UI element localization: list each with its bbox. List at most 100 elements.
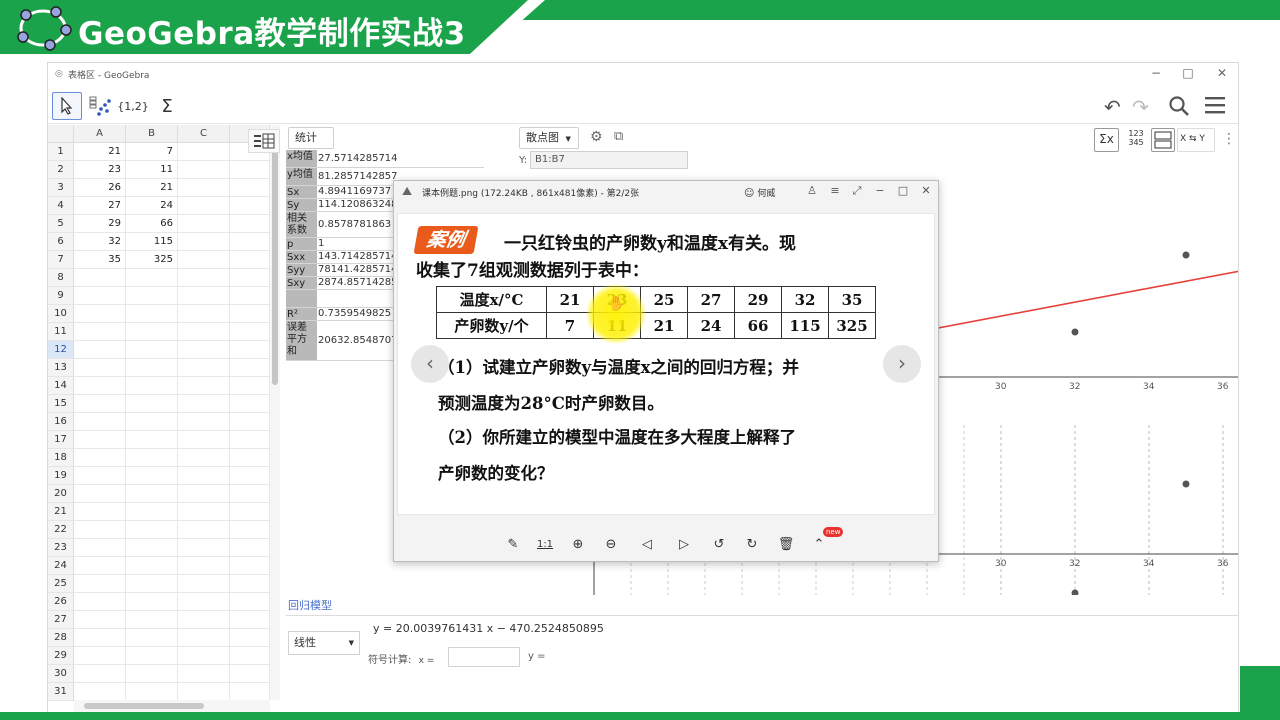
close-button[interactable]: ✕ — [918, 184, 934, 197]
spreadsheet-cell[interactable] — [74, 269, 126, 287]
spreadsheet-cell[interactable] — [230, 179, 270, 197]
spreadsheet-cell[interactable] — [126, 665, 178, 683]
delete-icon[interactable]: 🗑 — [776, 535, 796, 555]
spreadsheet-cell[interactable] — [74, 593, 126, 611]
row-header[interactable]: 23 — [48, 539, 74, 557]
spreadsheet-cell[interactable] — [230, 269, 270, 287]
redo-icon[interactable]: ↷ — [1132, 95, 1149, 119]
menu-icon[interactable]: ≡ — [827, 184, 843, 197]
spreadsheet-cell[interactable]: 27 — [74, 197, 126, 215]
spreadsheet-cell[interactable] — [178, 485, 230, 503]
spreadsheet-cell[interactable] — [230, 251, 270, 269]
spreadsheet-cell[interactable] — [74, 521, 126, 539]
spreadsheet-cell[interactable] — [126, 503, 178, 521]
row-header[interactable]: 28 — [48, 629, 74, 647]
spreadsheet-cell[interactable] — [74, 449, 126, 467]
spreadsheet-cell[interactable] — [74, 575, 126, 593]
close-button[interactable]: ✕ — [1214, 66, 1230, 80]
viewer-user[interactable]: ☺ 何威 — [744, 186, 775, 199]
spreadsheet-cell[interactable]: 11 — [126, 161, 178, 179]
spreadsheet-cell[interactable] — [178, 431, 230, 449]
row-header[interactable]: 3 — [48, 179, 74, 197]
menu-icon[interactable] — [1204, 95, 1226, 120]
row-header[interactable]: 29 — [48, 647, 74, 665]
next-icon[interactable]: ▷ — [674, 535, 694, 555]
row-header[interactable]: 22 — [48, 521, 74, 539]
spreadsheet-cell[interactable] — [126, 359, 178, 377]
row-header[interactable]: 4 — [48, 197, 74, 215]
spreadsheet-cell[interactable] — [126, 287, 178, 305]
spreadsheet-cell[interactable] — [178, 287, 230, 305]
minimize-button[interactable]: − — [1148, 66, 1164, 80]
x-value-input[interactable] — [448, 647, 520, 667]
fullscreen-icon[interactable]: ⤢ — [849, 184, 865, 198]
two-variable-analysis-button[interactable] — [86, 92, 116, 120]
spreadsheet-cell[interactable] — [126, 557, 178, 575]
column-header-a[interactable]: A — [74, 125, 126, 143]
spreadsheet-cell[interactable]: 29 — [74, 215, 126, 233]
spreadsheet-cell[interactable] — [178, 413, 230, 431]
spreadsheet-cell[interactable] — [230, 215, 270, 233]
maximize-button[interactable]: □ — [1180, 66, 1196, 80]
row-header[interactable]: 27 — [48, 611, 74, 629]
previous-image-button[interactable]: ‹ — [411, 345, 449, 383]
spreadsheet-cell[interactable] — [230, 647, 270, 665]
spreadsheet-cell[interactable] — [74, 431, 126, 449]
spreadsheet-cell[interactable] — [126, 431, 178, 449]
spreadsheet-cell[interactable] — [230, 539, 270, 557]
spreadsheet-cell[interactable] — [230, 485, 270, 503]
spreadsheet-cell[interactable] — [126, 521, 178, 539]
spreadsheet-cell[interactable] — [178, 161, 230, 179]
row-header[interactable]: 15 — [48, 395, 74, 413]
spreadsheet-cell[interactable] — [126, 413, 178, 431]
spreadsheet-cell[interactable] — [178, 233, 230, 251]
spreadsheet-cell[interactable] — [74, 629, 126, 647]
spreadsheet-cell[interactable]: 24 — [126, 197, 178, 215]
row-header[interactable]: 5 — [48, 215, 74, 233]
spreadsheet-cell[interactable] — [126, 683, 178, 701]
spreadsheet-vertical-scrollbar[interactable] — [270, 125, 280, 700]
spreadsheet-cell[interactable] — [230, 629, 270, 647]
spreadsheet-cell[interactable]: 21 — [126, 179, 178, 197]
spreadsheet-cell[interactable] — [74, 287, 126, 305]
spreadsheet-cell[interactable] — [178, 251, 230, 269]
spreadsheet-cell[interactable] — [74, 485, 126, 503]
row-header[interactable]: 25 — [48, 575, 74, 593]
spreadsheet-cell[interactable] — [230, 161, 270, 179]
spreadsheet-cell[interactable] — [178, 143, 230, 161]
row-header[interactable]: 24 — [48, 557, 74, 575]
spreadsheet-cell[interactable] — [74, 683, 126, 701]
spreadsheet-cell[interactable] — [126, 377, 178, 395]
spreadsheet-cell[interactable] — [74, 359, 126, 377]
spreadsheet-cell[interactable] — [230, 683, 270, 701]
spreadsheet-cell[interactable] — [126, 449, 178, 467]
spreadsheet-cell[interactable]: 66 — [126, 215, 178, 233]
spreadsheet-cell[interactable] — [230, 233, 270, 251]
spreadsheet-cell[interactable] — [230, 467, 270, 485]
spreadsheet-cell[interactable] — [230, 611, 270, 629]
spreadsheet-cell[interactable] — [126, 269, 178, 287]
column-header-c[interactable]: C — [178, 125, 230, 143]
sum-tool-button[interactable]: Σ — [152, 92, 182, 120]
row-header[interactable]: 9 — [48, 287, 74, 305]
spreadsheet-cell[interactable] — [230, 503, 270, 521]
regression-model-link[interactable]: 回归模型 — [288, 597, 332, 613]
spreadsheet-horizontal-scrollbar[interactable] — [74, 700, 270, 712]
spreadsheet-cell[interactable] — [178, 503, 230, 521]
spreadsheet-cell[interactable]: 23 — [74, 161, 126, 179]
undo-icon[interactable]: ↶ — [1104, 95, 1121, 119]
rotate-left-icon[interactable]: ↺ — [709, 535, 729, 555]
move-tool-button[interactable] — [52, 92, 82, 120]
row-header[interactable]: 20 — [48, 485, 74, 503]
column-header-b[interactable]: B — [126, 125, 178, 143]
spreadsheet-cell[interactable] — [126, 593, 178, 611]
row-header[interactable]: 10 — [48, 305, 74, 323]
spreadsheet-cell[interactable] — [178, 629, 230, 647]
spreadsheet-cell[interactable] — [230, 575, 270, 593]
spreadsheet-cell[interactable] — [74, 395, 126, 413]
row-header[interactable]: 19 — [48, 467, 74, 485]
spreadsheet-cell[interactable] — [126, 629, 178, 647]
spreadsheet-cell[interactable] — [74, 611, 126, 629]
spreadsheet-cell[interactable] — [126, 305, 178, 323]
spreadsheet-cell[interactable]: 115 — [126, 233, 178, 251]
